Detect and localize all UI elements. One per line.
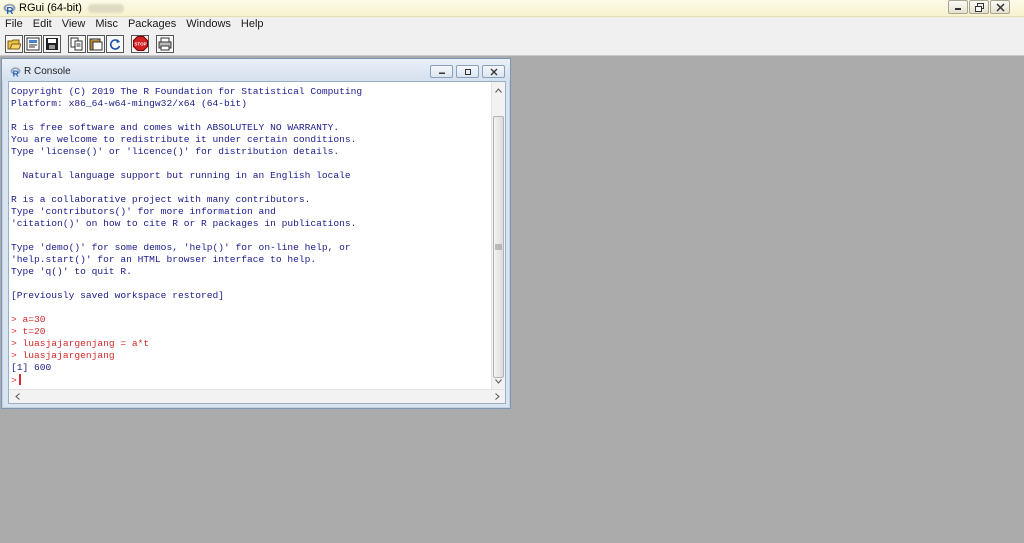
svg-text:R: R [13, 69, 19, 78]
vertical-scrollbar[interactable] [491, 82, 505, 389]
console-command-line: > luasjajargenjang = a*t [11, 338, 150, 349]
restore-icon [464, 68, 471, 75]
app-titlebar[interactable]: R RGui (64-bit) [0, 0, 1024, 17]
console-output-line: Copyright (C) 2019 The R Foundation for … [11, 86, 363, 97]
console-command-line: > t=20 [11, 326, 46, 337]
console-window-controls [427, 65, 505, 78]
console-title: R Console [24, 66, 71, 77]
app-title: RGui (64-bit) [19, 2, 82, 14]
console-titlebar[interactable]: R R Console [2, 59, 510, 81]
console-command-line: > luasjajargenjang [11, 350, 115, 361]
copy-icon [70, 37, 83, 50]
scroll-down-arrow[interactable] [492, 374, 505, 388]
menu-bar: File Edit View Misc Packages Windows Hel… [0, 17, 1024, 32]
console-output-line: R is a collaborative project with many c… [11, 194, 311, 205]
console-output-line: Type 'demo()' for some demos, 'help()' f… [11, 242, 351, 253]
console-command-line: > a=30 [11, 314, 46, 325]
window-controls [947, 0, 1010, 14]
load-workspace-button[interactable] [24, 34, 42, 53]
scroll-thumb[interactable] [493, 116, 504, 378]
console-prompt: > [11, 375, 17, 386]
console-output-line: Type 'contributors()' for more informati… [11, 206, 276, 217]
save-workspace-button[interactable] [43, 34, 61, 53]
console-output-line: [1] 600 [11, 362, 52, 373]
minimize-button[interactable] [948, 0, 968, 14]
menu-file[interactable]: File [0, 17, 28, 32]
console-output-line: Type 'license()' or 'licence()' for dist… [11, 146, 340, 157]
restore-button[interactable] [969, 0, 989, 14]
chevron-left-icon [14, 393, 20, 400]
copy-button[interactable] [68, 34, 86, 53]
chevron-right-icon [494, 393, 500, 400]
refresh-icon [109, 38, 121, 50]
load-workspace-icon [26, 37, 40, 50]
console-output-line: Type 'q()' to quit R. [11, 266, 132, 277]
console-close-button[interactable] [482, 65, 505, 78]
open-script-button[interactable] [5, 34, 23, 53]
console-output-line: 'help.start()' for an HTML browser inter… [11, 254, 317, 265]
console-prompt-line[interactable]: > [11, 374, 491, 386]
stop-icon: STOP [132, 36, 148, 51]
scroll-left-arrow[interactable] [10, 390, 24, 403]
menu-packages[interactable]: Packages [123, 17, 181, 32]
svg-text:STOP: STOP [134, 42, 146, 47]
console-output-line: [Previously saved workspace restored] [11, 290, 225, 301]
menu-help[interactable]: Help [236, 17, 269, 32]
paste-icon [89, 37, 103, 50]
minimize-icon [438, 72, 445, 74]
console-output-line: R is free software and comes with ABSOLU… [11, 122, 340, 133]
text-cursor [18, 374, 21, 385]
menu-edit[interactable]: Edit [28, 17, 57, 32]
scroll-up-arrow[interactable] [492, 83, 505, 97]
r-console-window[interactable]: R R Console Copyright (C) 2019 The R Fou… [1, 58, 511, 409]
r-logo-icon: R [3, 3, 16, 15]
menu-view[interactable]: View [57, 17, 91, 32]
horizontal-scrollbar[interactable] [9, 389, 505, 403]
console-restore-button[interactable] [456, 65, 479, 78]
console-minimize-button[interactable] [430, 65, 453, 78]
chevron-down-icon [495, 378, 502, 384]
menu-windows[interactable]: Windows [181, 17, 236, 32]
chevron-up-icon [495, 87, 502, 93]
r-logo-icon: R [10, 67, 21, 78]
copy-paste-button[interactable] [106, 34, 124, 53]
menu-misc[interactable]: Misc [90, 17, 123, 32]
grip-icon [495, 244, 502, 250]
blurred-title-region [88, 4, 124, 13]
console-text[interactable]: Copyright (C) 2019 The R Foundation for … [11, 86, 491, 386]
paste-button[interactable] [87, 34, 105, 53]
save-workspace-icon [46, 37, 58, 50]
restore-icon [974, 2, 984, 12]
open-script-icon [7, 39, 21, 49]
console-output-line: Natural language support but running in … [11, 170, 351, 181]
console-output-line: 'citation()' on how to cite R or R packa… [11, 218, 357, 229]
minimize-icon [955, 8, 961, 10]
print-icon [158, 37, 172, 50]
console-output-line: Platform: x86_64-w64-mingw32/x64 (64-bit… [11, 98, 248, 109]
svg-text:R: R [6, 6, 14, 15]
print-button[interactable] [156, 34, 174, 53]
close-icon [490, 68, 497, 75]
close-icon [995, 2, 1005, 12]
console-output-line: You are welcome to redistribute it under… [11, 134, 357, 145]
console-output-area[interactable]: Copyright (C) 2019 The R Foundation for … [8, 81, 506, 404]
scroll-right-arrow[interactable] [490, 390, 504, 403]
stop-button[interactable]: STOP [131, 34, 149, 53]
toolbar: STOP [0, 32, 1024, 56]
close-button[interactable] [990, 0, 1010, 14]
